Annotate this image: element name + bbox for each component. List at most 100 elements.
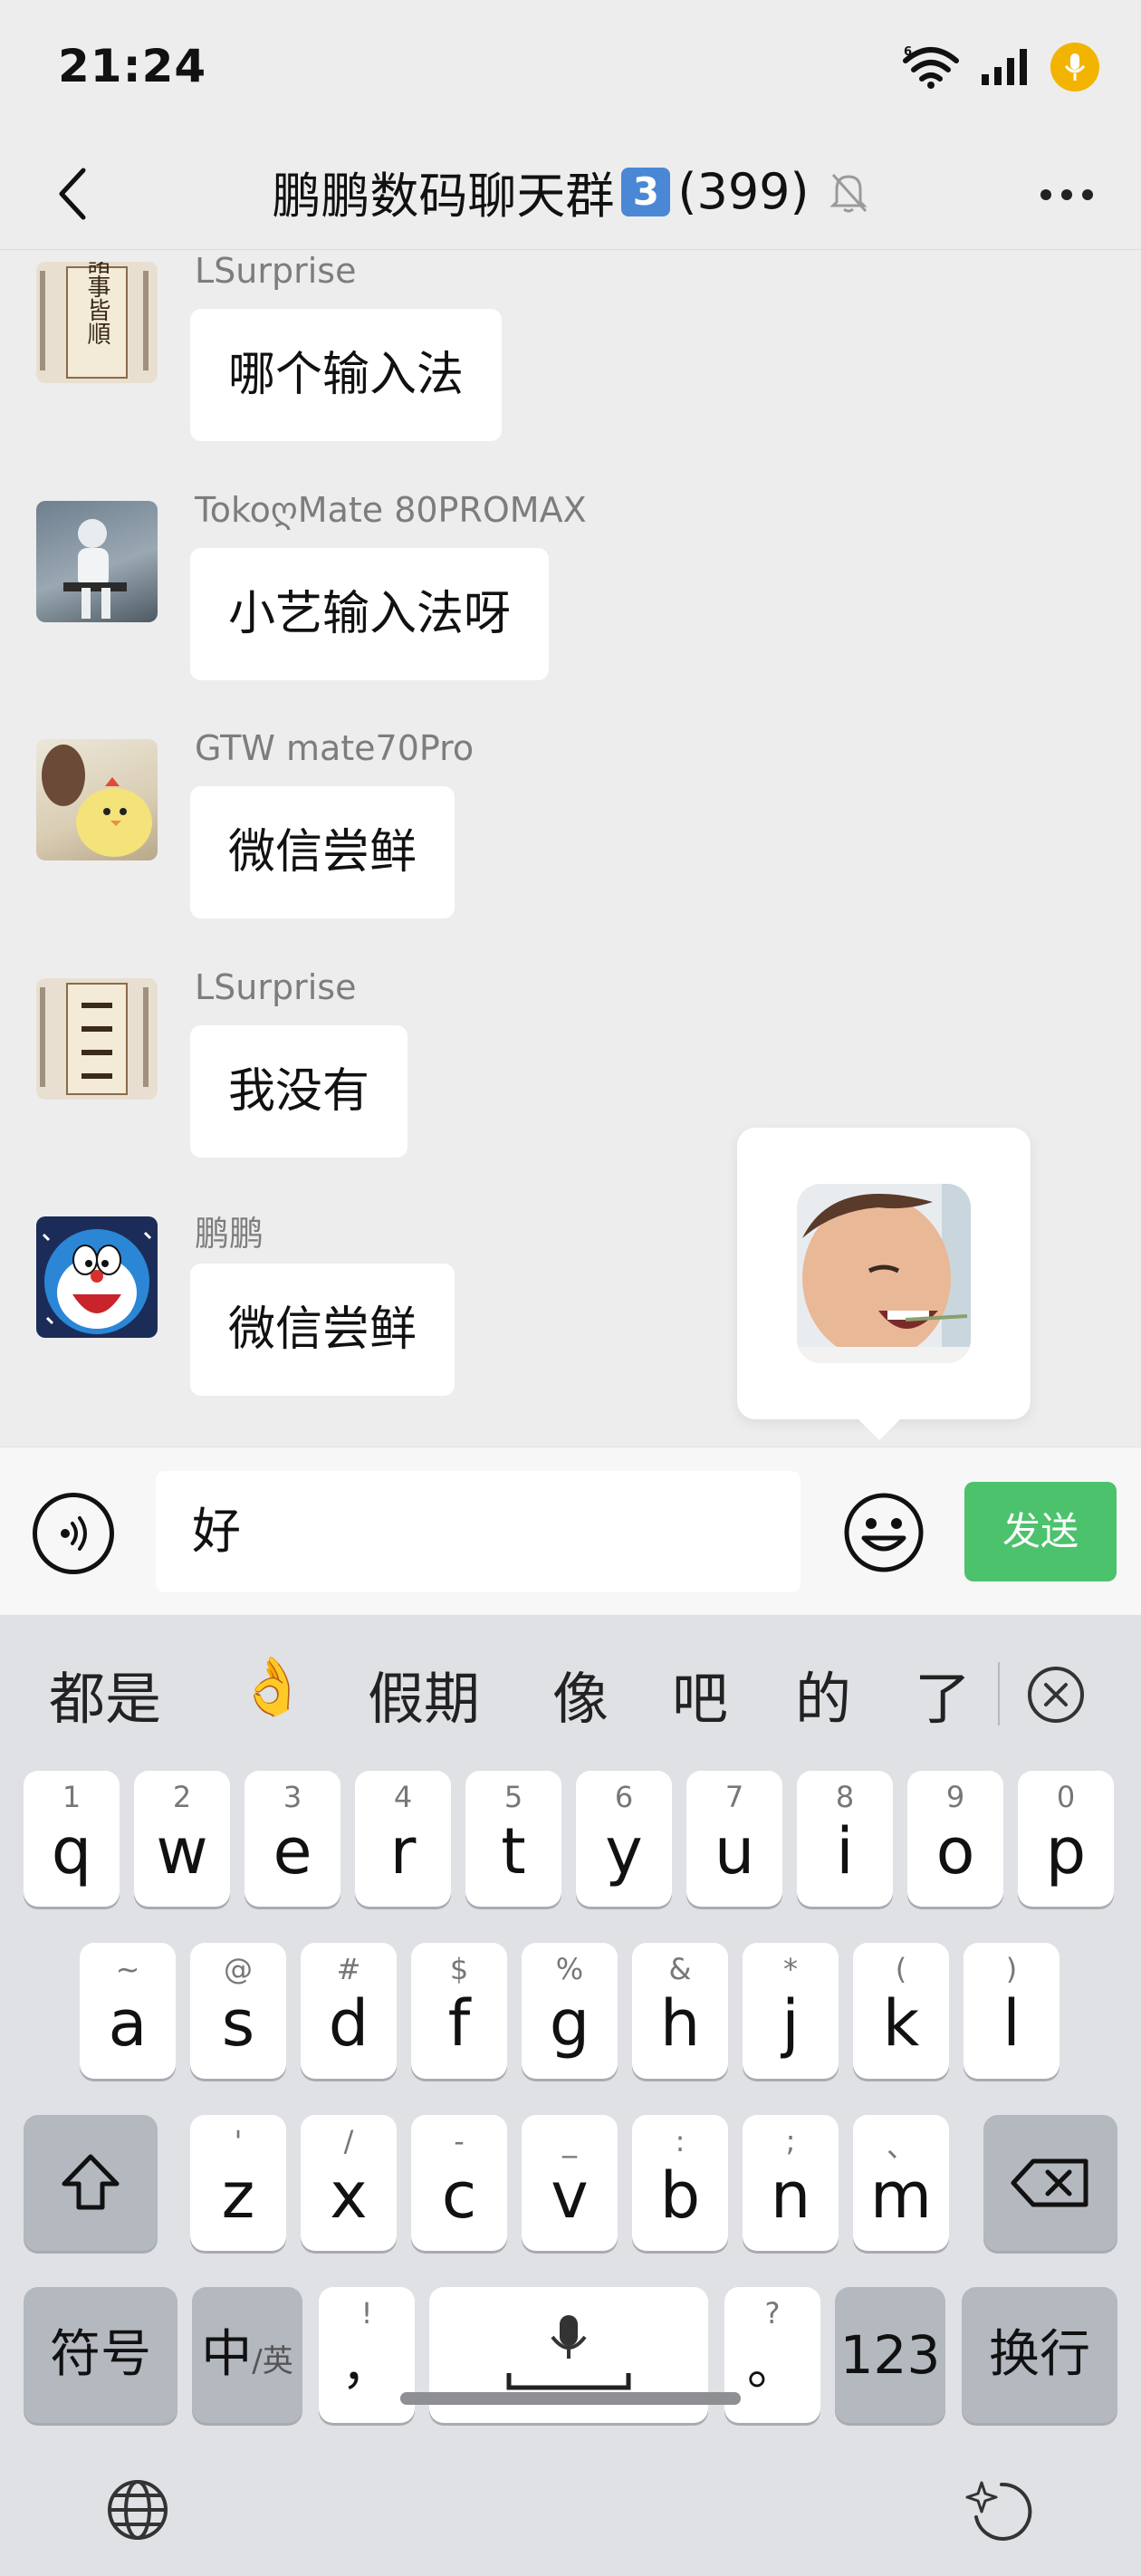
key-r[interactable]: 4r: [355, 1771, 451, 1907]
page-title: 鹏鹏数码聊天群 3 (399): [0, 156, 1141, 227]
key-label: 中/英: [192, 2314, 302, 2402]
message-input-bar: 好 发送: [0, 1447, 1141, 1615]
comma-key[interactable]: !，: [319, 2287, 415, 2423]
key-hint: 9: [945, 1780, 965, 1814]
key-f[interactable]: $ f: [411, 1943, 507, 2079]
key-label: z: [221, 2158, 255, 2233]
candidate-emoji[interactable]: 👌: [237, 1653, 307, 1720]
microphone-in-use-icon: [1050, 43, 1099, 91]
avatar[interactable]: [36, 501, 158, 622]
home-indicator[interactable]: [400, 2392, 741, 2405]
key-j[interactable]: * j: [743, 1943, 839, 2079]
key-label: 123: [839, 2324, 941, 2386]
message-bubble[interactable]: 我没有: [190, 1025, 408, 1158]
key-l[interactable]: ) l: [964, 1943, 1060, 2079]
message-bubble[interactable]: 哪个输入法: [190, 309, 503, 441]
key-label: b: [659, 2158, 701, 2233]
candidate-word[interactable]: 了: [915, 1653, 971, 1735]
avatar[interactable]: [36, 1216, 158, 1338]
avatar[interactable]: 諸事皆順: [36, 262, 158, 383]
key-x[interactable]: / x: [301, 2115, 397, 2251]
candidate-word[interactable]: 的: [795, 1653, 851, 1735]
numbers-key[interactable]: 123: [835, 2287, 945, 2423]
backspace-key[interactable]: [983, 2115, 1117, 2251]
key-label: c: [441, 2158, 477, 2233]
key-b[interactable]: :b: [632, 2115, 728, 2251]
message-bubble[interactable]: 微信尝鲜: [190, 786, 455, 918]
message-bubble[interactable]: 微信尝鲜: [190, 1264, 455, 1396]
key-q[interactable]: 1q: [24, 1771, 120, 1907]
key-label: n: [770, 2158, 811, 2233]
candidate-word[interactable]: 都是: [49, 1653, 161, 1735]
shift-key[interactable]: [24, 2115, 158, 2251]
key-k[interactable]: (k: [853, 1943, 949, 2079]
network-type-label: 6: [904, 45, 912, 59]
key-label: 换行: [989, 2325, 1090, 2384]
key-hint: ): [1005, 1952, 1018, 1986]
close-candidates-icon[interactable]: [1026, 1665, 1086, 1725]
key-label: s: [221, 1986, 255, 2061]
enter-key[interactable]: 换行: [962, 2287, 1117, 2423]
key-label: r: [389, 1814, 417, 1889]
key-hint: ;: [785, 2124, 796, 2158]
message-text-field[interactable]: 好: [156, 1471, 801, 1592]
key-hint: !: [360, 2296, 373, 2331]
emoji-icon[interactable]: [842, 1491, 925, 1574]
key-h[interactable]: & h: [632, 1943, 728, 2079]
key-u[interactable]: 7u: [686, 1771, 782, 1907]
keyboard-bottom-tools: [0, 2430, 1141, 2575]
status-icons: 6: [902, 40, 1099, 94]
key-hint: #: [336, 1952, 361, 1986]
language-switch-key[interactable]: 中/英: [192, 2287, 302, 2423]
key-label: a: [108, 1986, 148, 2061]
candidate-word[interactable]: 像: [552, 1653, 609, 1735]
message-bubble[interactable]: 小艺输入法呀: [190, 548, 550, 680]
key-hint: %: [555, 1952, 584, 1986]
person-photo-avatar-image: [63, 519, 127, 619]
key-i[interactable]: 8i: [797, 1771, 893, 1907]
more-options-button[interactable]: [1034, 172, 1099, 217]
key-e[interactable]: 3e: [244, 1771, 340, 1907]
key-label: f: [447, 1986, 471, 2061]
key-hint: -: [454, 2124, 465, 2158]
key-o[interactable]: 9o: [907, 1771, 1003, 1907]
key-label: x: [330, 2158, 368, 2233]
key-p[interactable]: 0p: [1018, 1771, 1114, 1907]
shift-arrow-icon: [62, 2154, 120, 2210]
voice-input-button[interactable]: [33, 1493, 114, 1574]
key-a[interactable]: ~ a: [80, 1943, 176, 2079]
sticker-suggestion-popup[interactable]: [737, 1128, 1031, 1441]
voice-icon: [61, 1516, 87, 1551]
globe-icon[interactable]: [105, 2477, 170, 2542]
key-w[interactable]: 2w: [134, 1771, 230, 1907]
laughing-baby-sticker-image: [797, 1184, 971, 1363]
send-button[interactable]: 发送: [964, 1482, 1117, 1581]
avatar[interactable]: [36, 739, 158, 860]
key-hint: 1: [62, 1780, 82, 1814]
symbols-key[interactable]: 符号: [24, 2287, 177, 2423]
key-m[interactable]: 、 m: [853, 2115, 949, 2251]
avatar[interactable]: [36, 978, 158, 1100]
key-c[interactable]: -c: [411, 2115, 507, 2251]
key-label: q: [51, 1814, 92, 1889]
key-s[interactable]: @ s: [190, 1943, 286, 2079]
sender-name: TokoღMate 80PROMAX: [195, 490, 587, 530]
ai-assistant-icon[interactable]: [965, 2477, 1036, 2548]
key-y[interactable]: 6y: [576, 1771, 672, 1907]
key-label: 符号: [50, 2325, 151, 2384]
candidate-word[interactable]: 假期: [368, 1653, 480, 1735]
key-n[interactable]: ; n: [743, 2115, 839, 2251]
key-t[interactable]: 5t: [465, 1771, 561, 1907]
key-z[interactable]: ' z: [190, 2115, 286, 2251]
group-badge: 3: [621, 167, 671, 216]
key-label: p: [1045, 1814, 1087, 1889]
calligraphy-avatar-image: [40, 983, 149, 1095]
scroll-text: 諸事皆順: [83, 262, 110, 345]
sticker-image[interactable]: [797, 1184, 971, 1363]
key-v[interactable]: _ v: [522, 2115, 618, 2251]
candidate-word[interactable]: 吧: [672, 1653, 728, 1735]
key-g[interactable]: % g: [522, 1943, 618, 2079]
soft-keyboard: 都是 👌 假期 像 吧 的 了 1q 2w 3e 4r 5t 6y 7u 8i …: [0, 1615, 1141, 2576]
key-label: y: [605, 1814, 643, 1889]
key-d[interactable]: # d: [301, 1943, 397, 2079]
